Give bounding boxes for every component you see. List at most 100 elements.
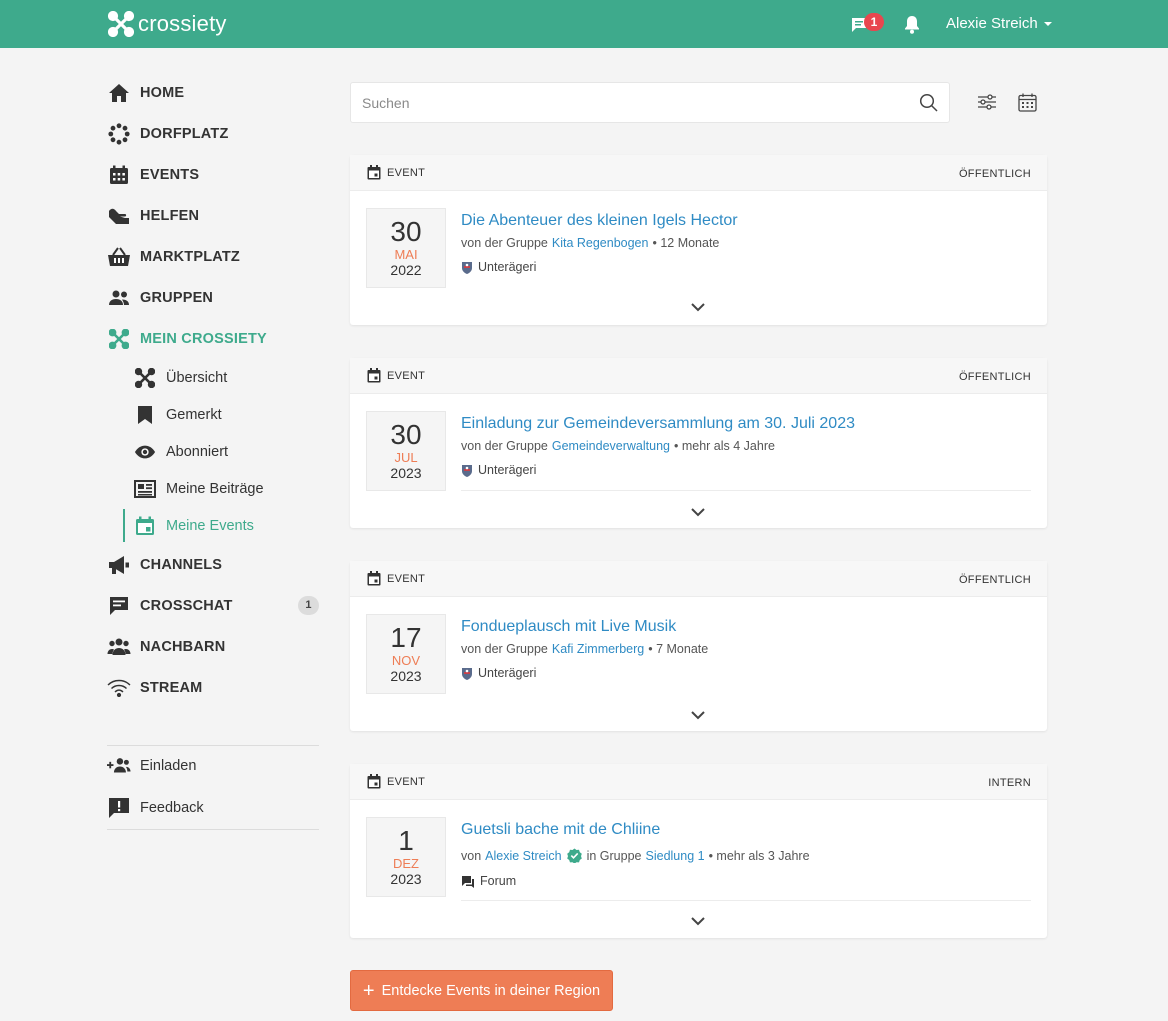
calendar-icon [1017,93,1037,112]
helping-hand-icon [107,204,131,228]
sidebar-item-crosschat[interactable]: CROSSCHAT 1 [107,585,319,626]
meta-prefix: von der Gruppe [461,642,548,656]
meta-age: • mehr als 3 Jahre [708,848,810,863]
search-input[interactable] [362,93,902,113]
discover-events-label: Entdecke Events in deiner Region [381,982,601,999]
event-date: 1 DEZ 2023 [366,817,446,897]
invite-label: Einladen [140,758,197,774]
verified-badge-icon [566,848,582,863]
group-link[interactable]: Kita Regenbogen [552,236,649,250]
event-title-link[interactable]: Einladung zur Gemeindeversammlung am 30.… [461,415,855,433]
sidebar-subitem-meine-events[interactable]: Meine Events [107,507,319,544]
group-icon [107,286,131,310]
sidebar-item-label: MARKTPLATZ [140,248,240,265]
expand-chevron-icon[interactable] [690,299,706,317]
sidebar-subitem-label: Übersicht [166,369,228,386]
overview-icon [134,367,156,389]
user-menu[interactable]: Alexie Streich [946,15,1052,32]
sidebar-item-label: DORFPLATZ [140,125,229,142]
expand-chevron-icon[interactable] [690,913,706,931]
event-month: MAI [394,247,418,262]
event-date: 30 MAI 2022 [366,208,446,288]
crossiety-logo-icon [108,11,134,37]
event-card-header: EVENT INTERN [350,764,1047,800]
sidebar-item-label: EVENTS [140,166,200,183]
event-card: EVENT INTERN 1 DEZ 2023 Guetsli bache mi… [350,764,1047,938]
author-link[interactable]: Alexie Streich [485,849,561,863]
sidebar-item-stream[interactable]: STREAM [107,667,319,708]
event-card: EVENT ÖFFENTLICH 30 JUL 2023 Einladung z… [350,358,1047,528]
bell-icon [905,16,919,34]
sidebar-item-events[interactable]: EVENTS [107,154,319,195]
sidebar-item-label: STREAM [140,679,203,696]
event-card: EVENT ÖFFENTLICH 17 NOV 2023 Fondueplaus… [350,561,1047,731]
meta-age: • mehr als 4 Jahre [673,439,775,453]
event-location: Unterägeri [461,463,536,477]
sidebar-item-dorfplatz[interactable]: DORFPLATZ [107,113,319,154]
sidebar-item-home[interactable]: HOME [107,72,319,113]
sidebar-subitem-gemerkt[interactable]: Gemerkt [107,396,319,433]
app-name: crossiety [138,11,227,36]
neighbors-icon [107,635,131,659]
home-icon [107,81,131,105]
expand-chevron-icon[interactable] [690,707,706,725]
invite-link[interactable]: Einladen [107,752,196,780]
group-link[interactable]: Gemeindeverwaltung [552,439,670,453]
sidebar-subitem-uebersicht[interactable]: Übersicht [107,359,319,396]
event-meta: von der Gruppe Kita Regenbogen • 12 Mona… [461,236,719,250]
crosschat-count-badge: 1 [298,596,319,615]
group-link[interactable]: Kafi Zimmerberg [552,642,644,656]
event-type-label: EVENT [387,166,426,179]
location-label: Forum [480,874,517,888]
event-day: 30 [390,216,422,247]
sidebar-subitem-label: Abonniert [166,443,229,460]
meta-prefix: von der Gruppe [461,236,548,250]
sidebar-subitem-abonniert[interactable]: Abonniert [107,433,319,470]
sidebar-item-label: GRUPPEN [140,289,214,306]
visibility-label: ÖFFENTLICH [958,168,1031,180]
calendar-icon [107,163,131,187]
discover-events-button[interactable]: + Entdecke Events in deiner Region [350,970,613,1011]
event-day: 30 [390,419,422,450]
sidebar-subitem-meine-beitraege[interactable]: Meine Beiträge [107,470,319,507]
event-icon [367,368,381,383]
chat-notifications-button[interactable]: 1 [850,13,886,36]
group-link[interactable]: Siedlung 1 [646,849,705,863]
expand-chevron-icon[interactable] [690,504,706,522]
meta-age: • 7 Monate [648,642,709,656]
filter-button[interactable] [976,91,998,113]
sidebar-divider [107,829,319,830]
dorfplatz-icon [107,122,131,146]
location-label: Unterägeri [478,463,537,477]
event-meta: von der Gruppe Kafi Zimmerberg • 7 Monat… [461,642,708,656]
sidebar-item-label: HOME [140,84,185,101]
search-icon[interactable] [919,93,938,117]
sidebar-item-label: CROSSCHAT [140,597,233,614]
user-name: Alexie Streich [946,15,1038,32]
sidebar-item-helfen[interactable]: HELFEN [107,195,319,236]
sidebar-item-nachbarn[interactable]: NACHBARN [107,626,319,667]
meta-mid: in Gruppe [586,848,642,863]
event-title-link[interactable]: Guetsli bache mit de Chliine [461,821,660,839]
notifications-button[interactable] [903,15,921,39]
sidebar-item-marktplatz[interactable]: MARKTPLATZ [107,236,319,277]
visibility-label: ÖFFENTLICH [958,371,1031,383]
calendar-view-button[interactable] [1016,91,1038,113]
event-title-link[interactable]: Die Abenteuer des kleinen Igels Hector [461,212,738,230]
chat-badge: 1 [864,13,884,31]
feedback-label: Feedback [140,800,204,816]
coat-of-arms-icon [461,464,473,477]
event-location: Unterägeri [461,666,536,680]
sidebar-item-channels[interactable]: CHANNELS [107,544,319,585]
sidebar-item-mein-crossiety[interactable]: MEIN CROSSIETY [107,318,319,359]
sidebar-item-gruppen[interactable]: GRUPPEN [107,277,319,318]
event-month: NOV [391,653,421,668]
bookmark-icon [134,404,156,426]
sidebar-subitem-label: Meine Beiträge [166,480,264,497]
event-month: DEZ [393,856,419,871]
feedback-link[interactable]: Feedback [107,794,204,822]
event-title-link[interactable]: Fondueplausch mit Live Musik [461,618,676,636]
crossiety-logo[interactable]: crossiety [108,11,227,37]
card-divider [461,490,1031,491]
add-user-icon [107,754,131,778]
